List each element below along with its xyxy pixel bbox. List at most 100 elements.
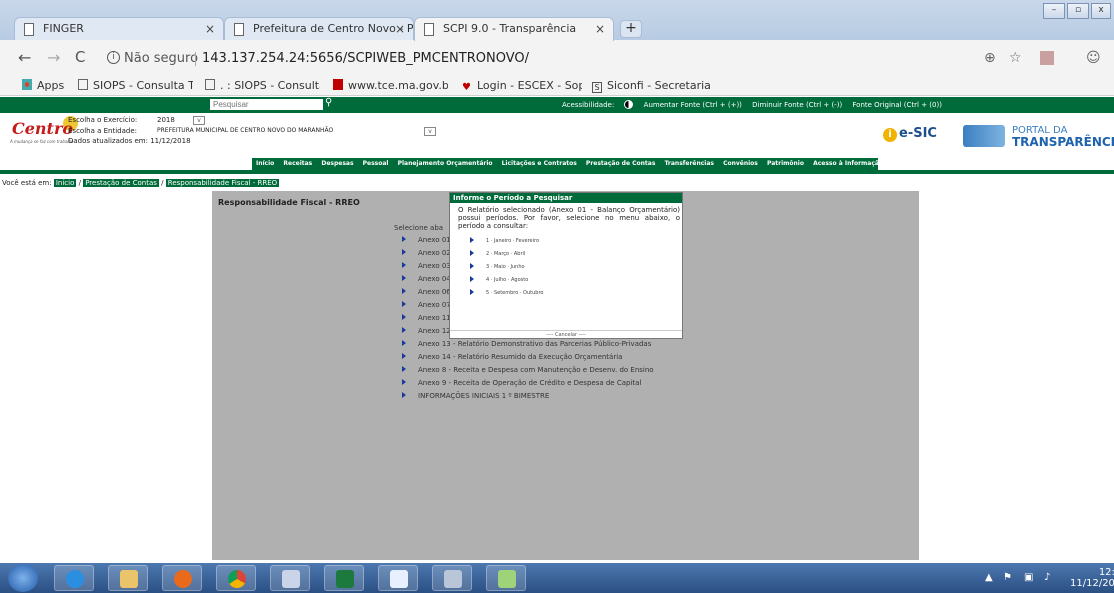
search-icon[interactable]: ⚲ bbox=[325, 97, 332, 108]
original-font-link[interactable]: Fonte Original (Ctrl + (0)) bbox=[852, 101, 942, 109]
minimize-button[interactable]: – bbox=[1043, 3, 1065, 19]
ie-taskbar-icon[interactable] bbox=[54, 565, 94, 591]
chrome-taskbar-icon[interactable] bbox=[216, 565, 256, 591]
annex-item-13[interactable]: Anexo 13 - Relatório Demonstrativo das P… bbox=[402, 340, 651, 348]
annex-item-04[interactable]: Anexo 04 bbox=[402, 275, 451, 283]
breadcrumb-inicio[interactable]: Início bbox=[53, 179, 77, 187]
menu-receitas[interactable]: Receitas bbox=[283, 160, 312, 167]
close-window-button[interactable]: x bbox=[1091, 3, 1111, 19]
exercicio-dropdown-icon[interactable]: v bbox=[193, 116, 205, 125]
new-tab-button[interactable]: + bbox=[620, 20, 642, 38]
annex-item-9[interactable]: Anexo 9 - Receita de Operação de Crédito… bbox=[402, 379, 641, 387]
esic-link[interactable]: i e-SIC bbox=[883, 126, 937, 142]
annex-item-02[interactable]: Anexo 02 bbox=[402, 249, 451, 257]
annex-item-8[interactable]: Anexo 8 - Receita e Despesa com Manutenç… bbox=[402, 366, 654, 374]
menu-planejamento[interactable]: Planejamento Orçamentário bbox=[398, 160, 493, 167]
start-button[interactable] bbox=[8, 564, 38, 592]
paint-taskbar-icon[interactable] bbox=[270, 565, 310, 591]
period-item-4[interactable]: 4 · Julho · Agosto bbox=[470, 276, 528, 283]
annex-item-07[interactable]: Anexo 07 bbox=[402, 301, 451, 309]
search-input[interactable] bbox=[210, 99, 323, 110]
entidade-dropdown-icon[interactable]: v bbox=[424, 127, 436, 136]
arrow-icon bbox=[402, 340, 406, 346]
maximize-button[interactable]: ▫ bbox=[1067, 3, 1089, 19]
pdf-extension-icon[interactable] bbox=[1040, 51, 1054, 65]
annex-label: Anexo 14 - Relatório Resumido da Execuçã… bbox=[418, 353, 623, 361]
close-icon[interactable]: × bbox=[395, 22, 405, 36]
media-taskbar-icon[interactable] bbox=[162, 565, 202, 591]
tab-title: SCPI 9.0 - Transparência bbox=[443, 22, 577, 35]
tray-flag-icon[interactable]: ⚑ bbox=[1003, 572, 1012, 583]
close-icon[interactable]: × bbox=[595, 22, 605, 36]
word-taskbar-icon[interactable] bbox=[378, 565, 418, 591]
not-secure-label: Não seguro bbox=[124, 51, 199, 66]
site-header: Centro A mudança se faz com trabalho Esc… bbox=[0, 113, 1114, 156]
menu-pessoal[interactable]: Pessoal bbox=[363, 160, 389, 167]
period-item-1[interactable]: 1 · Janeiro · Fevereiro bbox=[470, 237, 539, 244]
period-item-2[interactable]: 2 · Março · Abril bbox=[470, 250, 525, 257]
menu-transferencias[interactable]: Transferências bbox=[664, 160, 714, 167]
breadcrumb-rreo[interactable]: Responsabilidade Fiscal - RREO bbox=[165, 179, 280, 187]
tray-network-icon[interactable]: ▣ bbox=[1024, 572, 1033, 583]
menu-patrimonio[interactable]: Patrimônio bbox=[767, 160, 804, 167]
tab-finger[interactable]: FINGER × bbox=[14, 17, 224, 40]
annex-item-03[interactable]: Anexo 03 bbox=[402, 262, 451, 270]
reload-button[interactable]: C bbox=[75, 48, 85, 66]
tray-arrow-icon[interactable]: ▲ bbox=[985, 572, 993, 583]
bookmark-siops-1[interactable]: SIOPS - Consulta Tra bbox=[78, 79, 193, 92]
tray-volume-icon[interactable]: ♪ bbox=[1044, 572, 1050, 583]
folder-taskbar-icon[interactable] bbox=[486, 565, 526, 591]
bookmark-label: Apps bbox=[37, 79, 65, 92]
annex-item-06[interactable]: Anexo 06 bbox=[402, 288, 451, 296]
menu-inicio[interactable]: Início bbox=[256, 160, 274, 167]
star-icon[interactable]: ☆ bbox=[1009, 50, 1022, 66]
site-logo[interactable]: Centro bbox=[12, 119, 73, 138]
menu-prestacao[interactable]: Prestação de Contas bbox=[586, 160, 655, 167]
excel-taskbar-icon[interactable] bbox=[324, 565, 364, 591]
annex-item-01[interactable]: Anexo 01 bbox=[402, 236, 451, 244]
address-bar[interactable]: 143.137.254.24:5656/SCPIWEB_PMCENTRONOVO… bbox=[202, 51, 529, 66]
clock-date: 11/12/2018 bbox=[1070, 578, 1114, 589]
contrast-icon[interactable] bbox=[624, 100, 634, 109]
period-item-5[interactable]: 5 · Setembro · Outubro bbox=[470, 289, 543, 296]
siconfi-icon: S bbox=[592, 82, 602, 93]
forward-button[interactable]: → bbox=[47, 48, 60, 67]
menu-convenios[interactable]: Convênios bbox=[723, 160, 758, 167]
annex-label: Anexo 02 bbox=[418, 249, 451, 257]
bookmark-tce[interactable]: www.tce.ma.gov.br/s bbox=[333, 79, 448, 92]
bookmark-apps[interactable]: Apps bbox=[22, 79, 64, 92]
back-button[interactable]: ← bbox=[18, 48, 31, 67]
period-item-3[interactable]: 3 · Maio · Junho bbox=[470, 263, 525, 270]
extension-icon[interactable]: ☺ bbox=[1086, 50, 1101, 66]
annex-item-11[interactable]: Anexo 11 bbox=[402, 314, 451, 322]
clock-time: 12:35 bbox=[1098, 567, 1114, 578]
bookmark-siops-2[interactable]: . : SIOPS - Consulta d bbox=[205, 79, 320, 92]
tab-prefeitura[interactable]: Prefeitura de Centro Novo - Pág × bbox=[224, 17, 414, 40]
top-bar: ⚲ Acessibilidade: Aumentar Fonte (Ctrl +… bbox=[0, 97, 1114, 113]
cancel-button[interactable]: ---- Cancelar ---- bbox=[450, 330, 682, 338]
menu-despesas[interactable]: Despesas bbox=[321, 160, 353, 167]
system-clock[interactable]: 12:35 11/12/2018 bbox=[1070, 567, 1114, 589]
entidade-value[interactable]: PREFEITURA MUNICIPAL DE CENTRO NOVO DO M… bbox=[157, 127, 333, 134]
breadcrumb: Você está em: Início / Prestação de Cont… bbox=[2, 179, 280, 187]
close-icon[interactable]: × bbox=[205, 22, 215, 36]
exercicio-value[interactable]: 2018 bbox=[157, 116, 175, 124]
annex-item-12[interactable]: Anexo 12 bbox=[402, 327, 451, 335]
zoom-icon[interactable]: ⊕ bbox=[984, 50, 996, 66]
arrow-icon bbox=[402, 301, 406, 307]
calculator-taskbar-icon[interactable] bbox=[432, 565, 472, 591]
bookmark-siconfi[interactable]: S Siconfi - Secretaria d bbox=[592, 79, 710, 93]
decrease-font-link[interactable]: Diminuir Fonte (Ctrl + (-)) bbox=[752, 101, 842, 109]
annex-item-info-iniciais[interactable]: INFORMAÇÕES INICIAIS 1 º BIMESTRE bbox=[402, 392, 549, 400]
arrow-icon bbox=[402, 366, 406, 372]
menu-acesso[interactable]: Acesso à Informação bbox=[813, 160, 883, 167]
annex-item-14[interactable]: Anexo 14 - Relatório Resumido da Execuçã… bbox=[402, 353, 622, 361]
info-icon[interactable]: i bbox=[107, 51, 120, 64]
explorer-taskbar-icon[interactable] bbox=[108, 565, 148, 591]
tab-scpi[interactable]: SCPI 9.0 - Transparência × bbox=[414, 17, 614, 41]
bookmark-escex[interactable]: ♥ Login - ESCEX - Soph bbox=[462, 79, 582, 93]
breadcrumb-prestacao[interactable]: Prestação de Contas bbox=[83, 179, 159, 187]
annex-label: INFORMAÇÕES INICIAIS 1 º BIMESTRE bbox=[418, 392, 550, 400]
increase-font-link[interactable]: Aumentar Fonte (Ctrl + (+)) bbox=[644, 101, 742, 109]
menu-licitacoes[interactable]: Licitações e Contratos bbox=[502, 160, 577, 167]
